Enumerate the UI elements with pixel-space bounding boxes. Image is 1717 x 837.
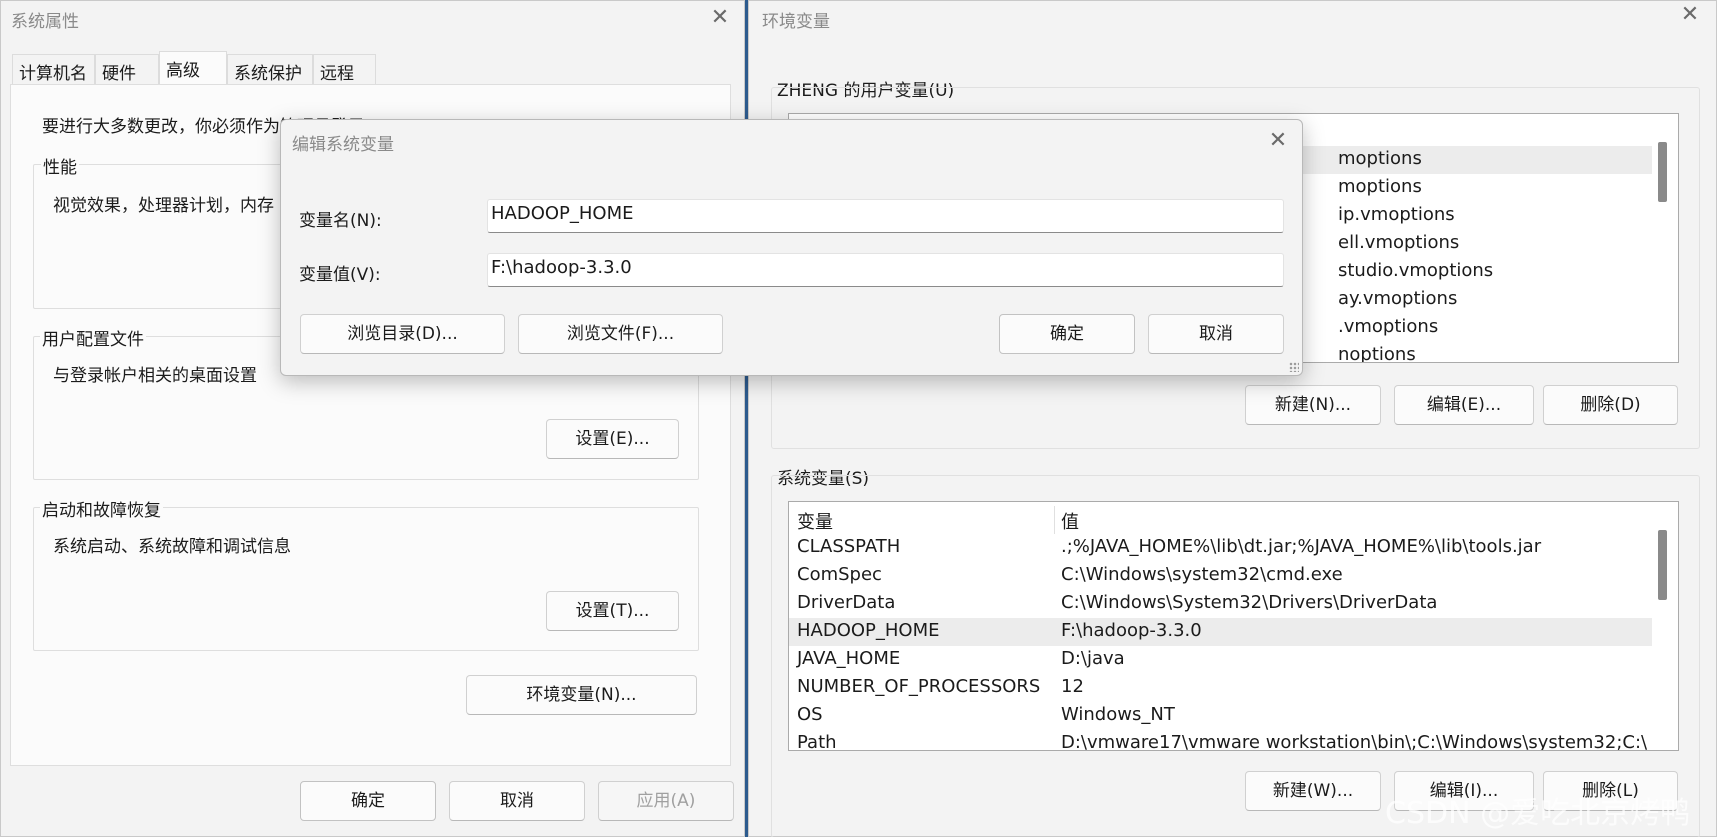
cancel-button[interactable]: 取消 bbox=[449, 781, 585, 821]
user-new-button[interactable]: 新建(N)... bbox=[1245, 385, 1381, 425]
variable-name: HADOOP_HOME bbox=[797, 620, 940, 641]
column-header-value[interactable]: 值 bbox=[1061, 508, 1079, 534]
table-row-selected[interactable]: HADOOP_HOME F:\hadoop-3.3.0 bbox=[789, 618, 1652, 646]
variable-name: CLASSPATH bbox=[797, 536, 901, 557]
user-profiles-description: 与登录帐户相关的桌面设置 bbox=[53, 366, 257, 386]
cancel-button[interactable]: 取消 bbox=[1148, 314, 1284, 354]
list-item-label: .vmoptions bbox=[1338, 316, 1439, 337]
table-row[interactable]: CLASSPATH .;%JAVA_HOME%\lib\dt.jar;%JAVA… bbox=[789, 534, 1652, 562]
list-item-label: moptions bbox=[1338, 176, 1422, 197]
variable-name: DriverData bbox=[797, 592, 896, 613]
variable-value: F:\hadoop-3.3.0 bbox=[1061, 620, 1202, 641]
variable-name: JAVA_HOME bbox=[797, 648, 901, 669]
user-list-scrollbar[interactable] bbox=[1658, 142, 1667, 202]
ok-button[interactable]: 确定 bbox=[300, 781, 436, 821]
environment-variables-title: 环境变量 bbox=[762, 12, 830, 32]
ok-button[interactable]: 确定 bbox=[999, 314, 1135, 354]
variable-name: ComSpec bbox=[797, 564, 882, 585]
edit-dialog-title: 编辑系统变量 bbox=[292, 135, 394, 155]
apply-button[interactable]: 应用(A) bbox=[598, 781, 734, 821]
variable-name: NUMBER_OF_PROCESSORS bbox=[797, 676, 1041, 697]
variable-value-label: 变量值(V): bbox=[299, 265, 381, 285]
variable-value: Windows_NT bbox=[1061, 704, 1175, 725]
watermark-text: CSDN @爱吃北京烤鸭 bbox=[1385, 796, 1691, 831]
browse-directory-button[interactable]: 浏览目录(D)... bbox=[300, 314, 505, 354]
variable-value: C:\Windows\System32\Drivers\DriverData bbox=[1061, 592, 1438, 613]
tab-system-protection[interactable]: 系统保护 bbox=[227, 54, 313, 84]
table-row[interactable]: OS Windows_NT bbox=[789, 702, 1652, 730]
tab-remote[interactable]: 远程 bbox=[313, 54, 376, 84]
tab-hardware[interactable]: 硬件 bbox=[95, 54, 159, 84]
list-item-label: ell.vmoptions bbox=[1338, 232, 1460, 253]
resize-grip-icon[interactable] bbox=[1289, 362, 1299, 372]
system-new-button[interactable]: 新建(W)... bbox=[1245, 771, 1381, 811]
variable-name-label: 变量名(N): bbox=[299, 211, 382, 231]
table-row[interactable]: Path D:\vmware17\vmware workstation\bin\… bbox=[789, 730, 1652, 751]
system-properties-title: 系统属性 bbox=[11, 12, 79, 32]
variable-value: C:\Windows\system32\cmd.exe bbox=[1061, 564, 1343, 585]
variable-value: .;%JAVA_HOME%\lib\dt.jar;%JAVA_HOME%\lib… bbox=[1061, 536, 1542, 557]
variable-name: Path bbox=[797, 732, 837, 751]
variable-name: OS bbox=[797, 704, 823, 725]
list-item-label: ay.vmoptions bbox=[1338, 288, 1458, 309]
performance-description: 视觉效果，处理器计划，内存 bbox=[53, 196, 274, 216]
user-delete-button[interactable]: 删除(D) bbox=[1543, 385, 1678, 425]
startup-recovery-description: 系统启动、系统故障和调试信息 bbox=[53, 537, 291, 557]
variable-value: D:\vmware17\vmware workstation\bin\;C:\W… bbox=[1061, 732, 1648, 751]
close-icon[interactable]: ✕ bbox=[708, 7, 732, 31]
list-item-label: ip.vmoptions bbox=[1338, 204, 1455, 225]
table-row[interactable]: ComSpec C:\Windows\system32\cmd.exe bbox=[789, 562, 1652, 590]
tab-computer-name[interactable]: 计算机名 bbox=[12, 54, 95, 84]
column-divider bbox=[1054, 506, 1055, 534]
edit-system-variable-dialog: 编辑系统变量 ✕ 变量名(N): HADOOP_HOME 变量值(V): F:\… bbox=[280, 119, 1303, 376]
list-item-label: noptions bbox=[1338, 344, 1416, 363]
startup-recovery-settings-button[interactable]: 设置(T)... bbox=[546, 591, 679, 631]
user-profiles-label: 用户配置文件 bbox=[40, 325, 146, 350]
close-icon[interactable]: ✕ bbox=[1678, 4, 1702, 28]
table-row[interactable]: DriverData C:\Windows\System32\Drivers\D… bbox=[789, 590, 1652, 618]
list-item-label: moptions bbox=[1338, 148, 1422, 169]
table-header: 变量 值 bbox=[789, 506, 1652, 534]
table-row[interactable]: NUMBER_OF_PROCESSORS 12 bbox=[789, 674, 1652, 702]
tab-advanced[interactable]: 高级 bbox=[159, 51, 227, 84]
system-variables-list[interactable]: 变量 值 CLASSPATH .;%JAVA_HOME%\lib\dt.jar;… bbox=[788, 501, 1679, 751]
environment-variables-button[interactable]: 环境变量(N)... bbox=[466, 675, 697, 715]
column-header-variable[interactable]: 变量 bbox=[797, 508, 833, 534]
user-edit-button[interactable]: 编辑(E)... bbox=[1394, 385, 1534, 425]
browse-file-button[interactable]: 浏览文件(F)... bbox=[518, 314, 723, 354]
table-row[interactable]: JAVA_HOME D:\java bbox=[789, 646, 1652, 674]
system-list-scrollbar[interactable] bbox=[1658, 530, 1667, 600]
list-item-label: studio.vmoptions bbox=[1338, 260, 1494, 281]
performance-label: 性能 bbox=[41, 153, 79, 178]
variable-value: D:\java bbox=[1061, 648, 1125, 669]
close-icon[interactable]: ✕ bbox=[1266, 130, 1290, 154]
startup-recovery-label: 启动和故障恢复 bbox=[40, 496, 163, 521]
variable-name-field[interactable]: HADOOP_HOME bbox=[487, 199, 1284, 233]
variable-value: 12 bbox=[1061, 676, 1084, 697]
variable-value-field[interactable]: F:\hadoop-3.3.0 bbox=[487, 253, 1284, 287]
user-profiles-settings-button[interactable]: 设置(E)... bbox=[546, 419, 679, 459]
